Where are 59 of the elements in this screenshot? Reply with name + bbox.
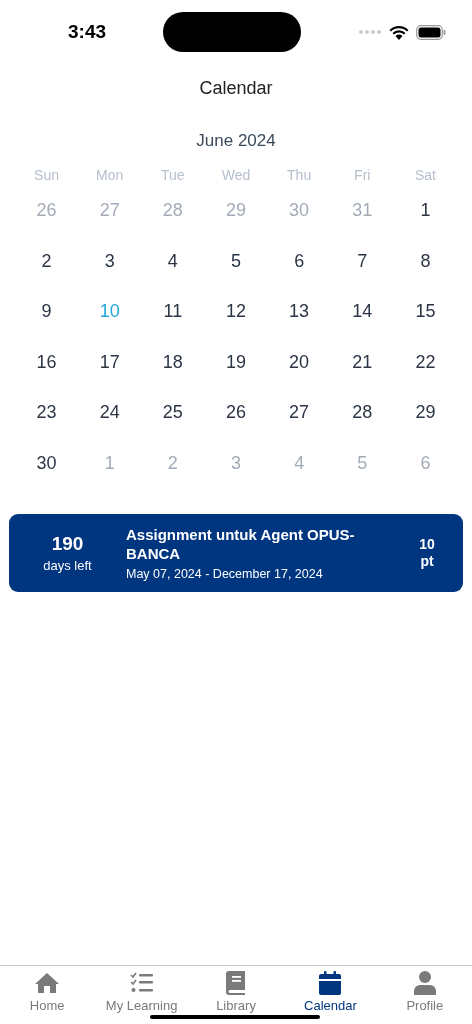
points-value: 10: [419, 536, 435, 553]
person-icon: [413, 971, 436, 995]
tab-item[interactable]: Home: [0, 971, 95, 1024]
weekday-label: Tue: [160, 167, 186, 184]
home-icon: [34, 971, 61, 995]
calendar-day[interactable]: 1: [393, 200, 457, 251]
book-icon: [226, 971, 246, 995]
calendar-day[interactable]: 2: [15, 250, 79, 301]
assignment-dates: May 07, 2024 - December 17, 2024: [126, 567, 324, 581]
calendar-day[interactable]: 16: [15, 351, 79, 402]
weekday-label: Sat: [413, 167, 437, 184]
calendar-day[interactable]: 24: [78, 402, 142, 453]
calendar-day[interactable]: 19: [204, 351, 268, 402]
calendar-day[interactable]: 9: [15, 301, 79, 352]
points-unit: pt: [420, 553, 434, 570]
wifi-icon: [389, 24, 409, 40]
calendar-day[interactable]: 27: [267, 402, 331, 453]
assignment-title: Assignment untuk Agent OPUS-BANCA: [126, 525, 356, 563]
weekday-label: Fri: [353, 167, 372, 184]
calendar-icon: [319, 971, 342, 995]
calendar-day[interactable]: 26: [204, 402, 268, 453]
tab-item[interactable]: My Learning: [94, 971, 189, 1024]
calendar-day[interactable]: 5: [204, 250, 268, 301]
calendar-day[interactable]: 20: [267, 351, 331, 402]
calendar-day[interactable]: 21: [330, 351, 394, 402]
signal-icon: [358, 29, 382, 35]
calendar-day[interactable]: 13: [267, 301, 331, 352]
weekday-label: Sun: [33, 167, 61, 184]
calendar-day[interactable]: 30: [15, 452, 79, 503]
calendar-day[interactable]: 25: [141, 402, 205, 453]
calendar-day[interactable]: 28: [330, 402, 394, 453]
tab-item[interactable]: Library: [188, 971, 284, 1024]
calendar-day[interactable]: 14: [330, 301, 394, 352]
tab-item[interactable]: Calendar: [283, 971, 378, 1024]
calendar-day[interactable]: 7: [330, 250, 394, 301]
month-label: June 2024: [195, 131, 277, 151]
weekday-label: Thu: [286, 167, 313, 184]
status-time: 3:43: [68, 21, 107, 43]
calendar-day[interactable]: 29: [393, 402, 457, 453]
weekday-label: Wed: [220, 167, 252, 184]
checklist-icon: [129, 971, 154, 995]
calendar-day[interactable]: 23: [15, 402, 79, 453]
days-count: 190: [51, 533, 84, 555]
page-title: Calendar: [198, 78, 274, 99]
days-left-label: days left: [43, 558, 92, 573]
calendar-day[interactable]: 18: [141, 351, 205, 402]
calendar-day[interactable]: 4: [141, 250, 205, 301]
battery-icon: [416, 24, 446, 40]
calendar-day[interactable]: 17: [78, 351, 142, 402]
calendar-day[interactable]: 8: [393, 250, 457, 301]
weekday-label: Mon: [95, 167, 125, 184]
calendar-day[interactable]: 11: [141, 301, 205, 352]
calendar-day[interactable]: 15: [393, 301, 457, 352]
calendar-day[interactable]: 6: [267, 250, 331, 301]
tab-item[interactable]: Profile: [377, 971, 472, 1024]
calendar-day[interactable]: 22: [393, 351, 457, 402]
calendar-day[interactable]: 12: [204, 301, 268, 352]
assignment-card[interactable]: 190 days left Assignment untuk Agent OPUS-BANCA May 07, 2024 - December 17, 2024 10 pt: [9, 514, 463, 592]
calendar-day[interactable]: 3: [78, 250, 142, 301]
